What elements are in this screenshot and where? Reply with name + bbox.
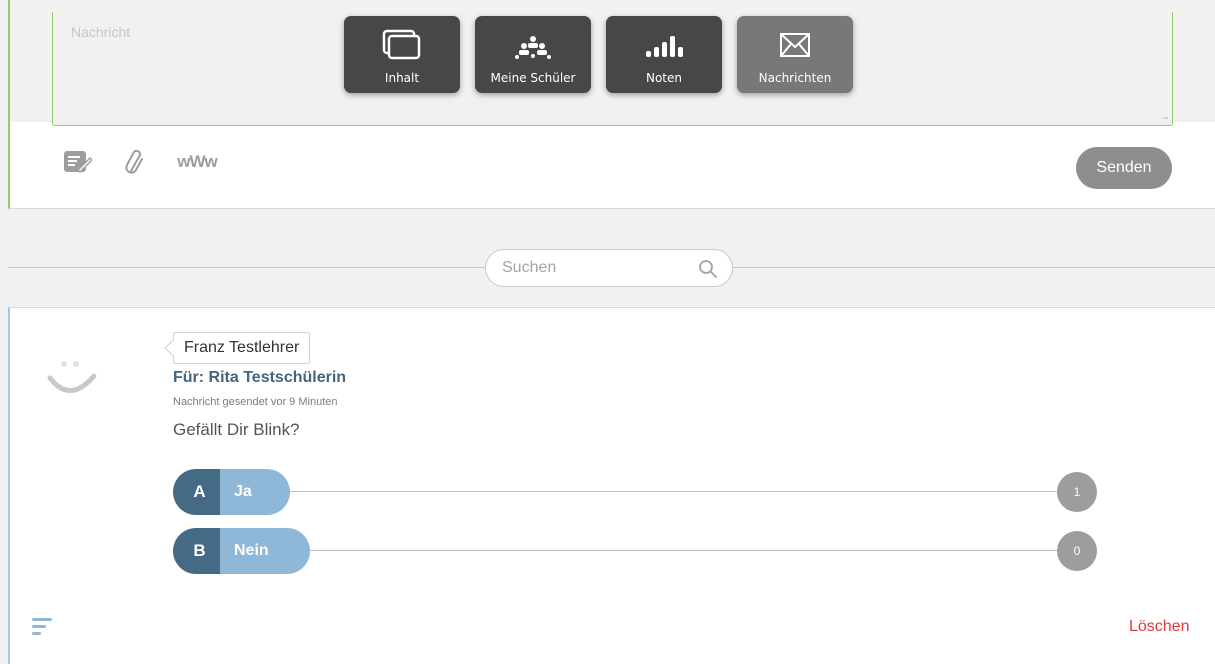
option-letter: A — [173, 469, 220, 515]
option-line — [290, 491, 1057, 492]
sent-timestamp: Nachricht gesendet vor 9 Minuten — [173, 396, 338, 408]
paperclip-icon — [125, 149, 143, 174]
option-count: 1 — [1057, 472, 1097, 512]
delete-button[interactable]: Löschen — [1129, 618, 1190, 636]
search-input[interactable]: Suchen — [485, 249, 733, 287]
nav-inhalt[interactable]: Inhalt — [344, 16, 460, 93]
search-placeholder: Suchen — [502, 259, 557, 276]
option-count: 0 — [1057, 531, 1097, 571]
search-icon[interactable] — [698, 259, 718, 279]
nav-noten[interactable]: Noten — [606, 16, 722, 93]
poll-option-b: B Nein 0 — [173, 528, 1097, 574]
note-icon — [64, 151, 92, 174]
send-button[interactable]: Senden — [1076, 147, 1172, 189]
option-line — [310, 550, 1057, 551]
option-label: Ja — [220, 469, 290, 515]
resize-grip[interactable]: ··· — [1162, 114, 1169, 124]
link-button[interactable]: wWw — [166, 143, 228, 181]
message-question: Gefällt Dir Blink? — [173, 420, 300, 439]
recipient: Für: Rita Testschülerin — [173, 369, 347, 386]
content-icon — [382, 29, 421, 60]
message-card: Franz Testlehrer Für: Rita Testschülerin… — [8, 307, 1215, 664]
avatar — [47, 361, 97, 393]
students-icon — [515, 36, 551, 59]
www-icon: wWw — [177, 152, 217, 171]
sender-name: Franz Testlehrer — [173, 332, 311, 364]
nav-meine-schueler[interactable]: Meine Schüler — [475, 16, 591, 93]
poll-option-a: A Ja 1 — [173, 469, 1097, 515]
menu-icon[interactable] — [32, 617, 54, 637]
note-button[interactable] — [62, 143, 94, 181]
nav-label: Nachrichten — [758, 71, 832, 85]
envelope-icon — [780, 33, 810, 57]
attach-button[interactable] — [120, 143, 150, 181]
nav-nachrichten[interactable]: Nachrichten — [737, 16, 853, 93]
option-letter: B — [173, 528, 220, 574]
option-label: Nein — [220, 528, 310, 574]
nav-label: Meine Schüler — [490, 71, 576, 85]
message-placeholder: Nachricht — [71, 24, 131, 40]
poll-option-button[interactable]: B Nein — [173, 528, 310, 574]
main-nav: Inhalt Meine Schüler Noten Nachrichten — [344, 16, 853, 93]
grades-icon — [646, 36, 683, 57]
nav-label: Inhalt — [384, 71, 420, 85]
nav-label: Noten — [645, 71, 682, 85]
poll-option-button[interactable]: A Ja — [173, 469, 290, 515]
